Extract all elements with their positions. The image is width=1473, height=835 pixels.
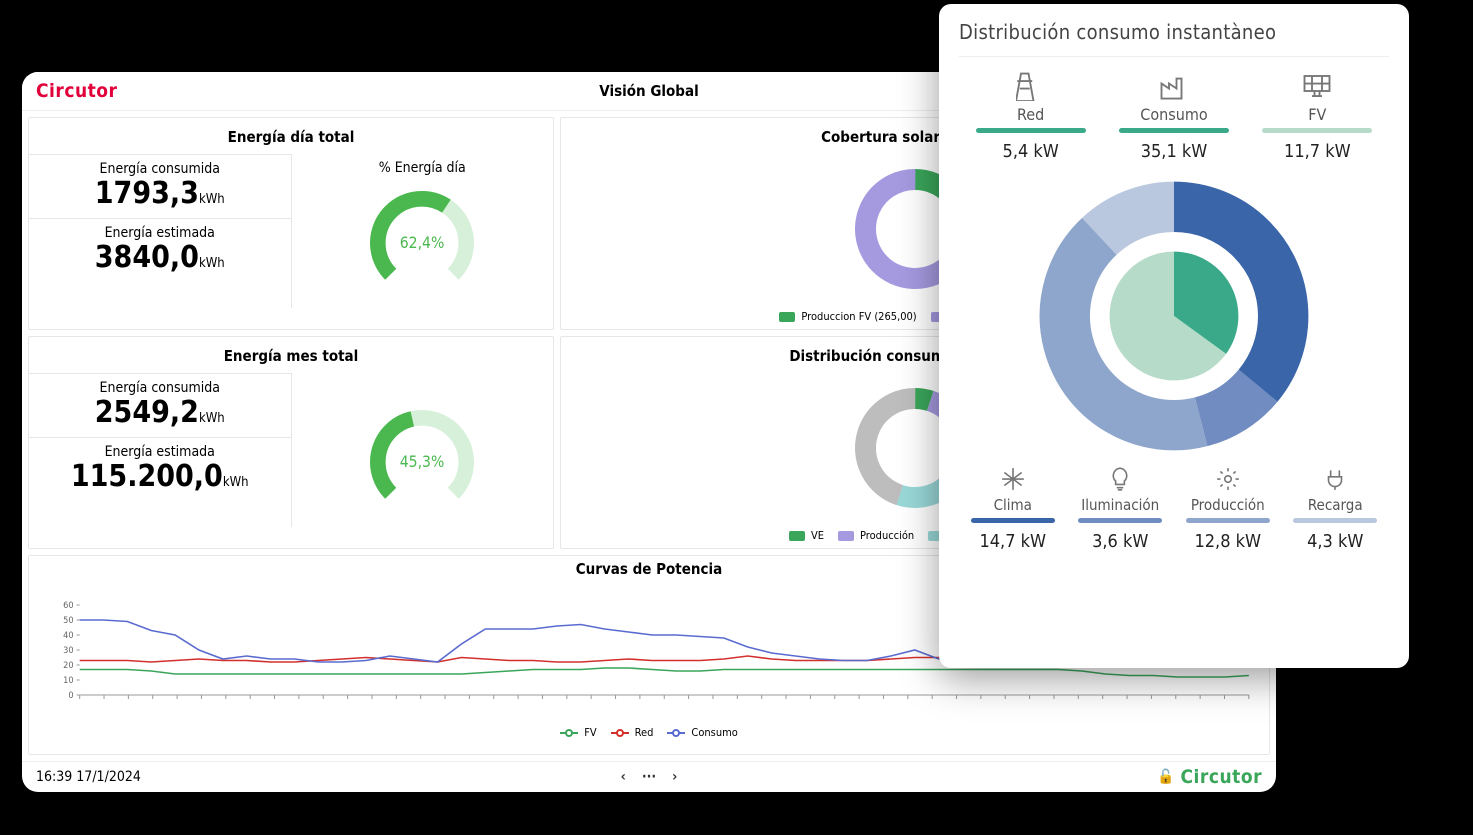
card-energy-day-title: Energía día total	[29, 118, 553, 154]
pager-prev[interactable]: ‹	[621, 769, 626, 785]
kpi-value: 4,3 kW	[1307, 531, 1363, 552]
card-energy-month-title: Energía mes total	[29, 337, 553, 373]
kpi-bar	[1119, 128, 1229, 133]
kpi-label: Recarga	[1308, 496, 1363, 514]
kpi-label: FV	[1308, 105, 1326, 124]
kpi-bar	[1293, 518, 1377, 523]
bulb-icon	[1107, 466, 1133, 492]
legend-item: Producción	[838, 529, 914, 542]
day-estimated-value: 3840,0kWh	[29, 241, 291, 274]
legend-item: Consumo	[667, 726, 737, 739]
legend-item: Produccion FV (265,00)	[779, 310, 916, 323]
day-pct-label: % Energía día	[379, 160, 466, 176]
footer-timestamp: 16:39 17/1/2024	[36, 769, 141, 785]
month-estimated-value: 115.200,0kWh	[29, 460, 291, 493]
month-consumed-label: Energía consumida	[29, 380, 291, 396]
kpi-recarga: Recarga 4,3 kW	[1282, 466, 1390, 552]
kpi-bar	[971, 518, 1055, 523]
day-consumed-value: 1793,3kWh	[29, 177, 291, 210]
svg-text:50: 50	[63, 616, 73, 626]
kpi-consumo: Consumo 35,1 kW	[1102, 71, 1245, 162]
svg-text:20: 20	[63, 661, 73, 671]
popup-title: Distribución consumo instantàneo	[959, 20, 1389, 44]
svg-text:40: 40	[63, 631, 73, 641]
kpi-value: 11,7 kW	[1284, 141, 1351, 162]
legend-swatch	[789, 531, 805, 541]
brand-logo: Circutor	[36, 80, 117, 102]
page-title: Visión Global	[599, 82, 698, 100]
month-estimated-label: Energía estimada	[29, 444, 291, 460]
svg-text:60: 60	[63, 601, 73, 611]
lock-icon[interactable]: 🔓	[1157, 769, 1174, 785]
kpi-iluminación: Iluminación 3,6 kW	[1067, 466, 1175, 552]
month-consumed-value: 2549,2kWh	[29, 396, 291, 429]
kpi-fv: FV 11,7 kW	[1246, 71, 1389, 162]
popup-bottom-kpis: Clima 14,7 kW Iluminación 3,6 kW Producción 1…	[959, 466, 1389, 552]
panel-icon	[1302, 71, 1332, 101]
kpi-value: 3,6 kW	[1092, 531, 1148, 552]
pager: ‹ ··· ›	[621, 769, 678, 785]
kpi-bar	[1186, 518, 1270, 523]
footer-brand: Circutor	[1181, 766, 1262, 788]
legend-item: VE	[789, 529, 824, 542]
legend-swatch	[667, 728, 685, 738]
kpi-value: 35,1 kW	[1141, 141, 1208, 162]
legend-item: Red	[611, 726, 654, 739]
legend-item: FV	[560, 726, 596, 739]
svg-text:62,4%: 62,4%	[400, 234, 445, 252]
card-energy-month: Energía mes total Energía consumida 2549…	[28, 336, 554, 549]
svg-text:30: 30	[63, 646, 73, 656]
legend-swatch	[838, 531, 854, 541]
kpi-value: 12,8 kW	[1194, 531, 1261, 552]
kpi-label: Consumo	[1140, 105, 1207, 124]
pager-next[interactable]: ›	[672, 769, 677, 785]
legend-swatch	[779, 312, 795, 322]
day-estimated-label: Energía estimada	[29, 225, 291, 241]
svg-text:45,3%: 45,3%	[400, 453, 445, 471]
kpi-bar	[1262, 128, 1372, 133]
svg-text:10: 10	[63, 676, 73, 686]
plug-icon	[1322, 466, 1348, 492]
kpi-label: Iluminación	[1081, 496, 1159, 514]
card-energy-day: Energía día total Energía consumida 1793…	[28, 117, 554, 330]
svg-text:0: 0	[68, 691, 73, 701]
tower-icon	[1016, 71, 1046, 101]
legend-curvas-potencia: FV Red Consumo	[39, 726, 1259, 739]
gauge-month: 45,3%	[357, 397, 487, 527]
popup-dial	[1034, 176, 1314, 456]
gear-icon	[1215, 466, 1241, 492]
factory-icon	[1159, 71, 1189, 101]
kpi-producción: Producción 12,8 kW	[1174, 466, 1282, 552]
kpi-red: Red 5,4 kW	[959, 71, 1102, 162]
pager-dots[interactable]: ···	[642, 769, 656, 785]
day-consumed-label: Energía consumida	[29, 161, 291, 177]
kpi-label: Producción	[1191, 496, 1265, 514]
kpi-bar	[976, 128, 1086, 133]
kpi-label: Clima	[994, 496, 1032, 514]
kpi-bar	[1078, 518, 1162, 523]
kpi-value: 14,7 kW	[979, 531, 1046, 552]
kpi-clima: Clima 14,7 kW	[959, 466, 1067, 552]
popup-distribucion-consumo-instantaneo: Distribución consumo instantàneo Red 5,4 …	[939, 4, 1409, 668]
legend-swatch	[560, 728, 578, 738]
footer-bar: 16:39 17/1/2024 ‹ ··· › 🔓 Circutor	[22, 761, 1276, 792]
gauge-day: 62,4%	[357, 178, 487, 308]
kpi-label: Red	[1017, 105, 1044, 124]
legend-swatch	[611, 728, 629, 738]
snow-icon	[1000, 466, 1026, 492]
popup-top-kpis: Red 5,4 kW Consumo 35,1 kW FV 11,7 kW	[959, 71, 1389, 162]
kpi-value: 5,4 kW	[1003, 141, 1059, 162]
